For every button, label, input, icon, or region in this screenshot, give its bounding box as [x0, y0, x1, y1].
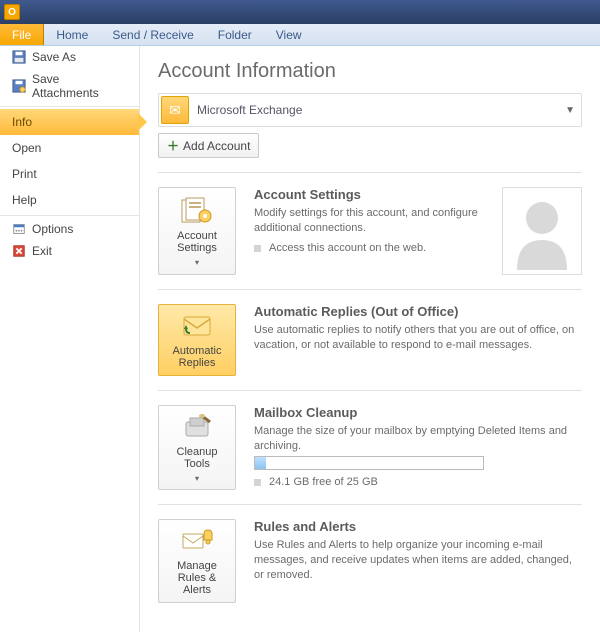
outlook-app-icon: O — [4, 4, 20, 20]
tab-file[interactable]: File — [0, 24, 44, 45]
section-desc: Modify settings for this account, and co… — [254, 206, 484, 236]
account-name: Microsoft Exchange — [197, 103, 302, 117]
options-icon — [12, 222, 26, 236]
backstage-sidebar: Save As Save Attachments Info Open Print… — [0, 46, 140, 632]
sidebar-item-options[interactable]: Options — [0, 218, 139, 240]
sidebar-item-label: Help — [12, 193, 37, 207]
section-title: Account Settings — [254, 187, 484, 202]
sidebar-item-label: Exit — [32, 244, 52, 258]
section-automatic-replies: Automatic Replies Automatic Replies (Out… — [158, 304, 582, 376]
sidebar-item-save-as[interactable]: Save As — [0, 46, 139, 68]
manage-rules-btn-label: Manage Rules & Alerts — [163, 560, 231, 596]
sidebar-item-label: Save As — [32, 50, 76, 64]
cleanup-tools-icon — [180, 412, 214, 442]
sidebar-separator — [0, 106, 139, 107]
add-account-label: Add Account — [183, 139, 250, 153]
save-icon — [12, 50, 26, 64]
quota-text-row: 24.1 GB free of 25 GB — [254, 476, 582, 488]
sidebar-item-label: Open — [12, 141, 41, 155]
section-title: Mailbox Cleanup — [254, 405, 582, 420]
sidebar-item-label: Info — [12, 115, 32, 129]
section-rules-alerts: Manage Rules & Alerts Rules and Alerts U… — [158, 519, 582, 603]
section-separator — [158, 172, 582, 173]
sidebar-item-info[interactable]: Info — [0, 109, 139, 135]
section-bullet: Access this account on the web. — [254, 242, 484, 254]
save-attachments-icon — [12, 79, 26, 93]
bullet-icon — [254, 245, 261, 252]
rules-alerts-icon — [180, 526, 214, 556]
account-settings-icon — [180, 196, 214, 226]
page-title: Account Information — [158, 60, 582, 83]
avatar-placeholder-icon — [507, 192, 577, 270]
tab-view[interactable]: View — [264, 24, 314, 45]
cleanup-tools-btn-label: Cleanup Tools — [163, 446, 231, 470]
section-title: Rules and Alerts — [254, 519, 582, 534]
account-avatar — [502, 187, 582, 275]
cleanup-tools-button[interactable]: Cleanup Tools ▾ — [158, 405, 236, 490]
section-separator — [158, 504, 582, 505]
window-titlebar: O — [0, 0, 600, 24]
sidebar-item-open[interactable]: Open — [0, 135, 139, 161]
section-separator — [158, 289, 582, 290]
backstage-content: Account Information ✉ Microsoft Exchange… — [140, 46, 600, 632]
section-title: Automatic Replies (Out of Office) — [254, 304, 582, 319]
ribbon-tabs: File Home Send / Receive Folder View — [0, 24, 600, 46]
automatic-replies-icon — [180, 311, 214, 341]
section-mailbox-cleanup: Cleanup Tools ▾ Mailbox Cleanup Manage th… — [158, 405, 582, 490]
automatic-replies-btn-label: Automatic Replies — [163, 345, 231, 369]
sidebar-item-save-attachments[interactable]: Save Attachments — [0, 68, 139, 104]
quota-text: 24.1 GB free of 25 GB — [269, 476, 378, 488]
automatic-replies-button[interactable]: Automatic Replies — [158, 304, 236, 376]
account-selector[interactable]: ✉ Microsoft Exchange ▼ — [158, 93, 582, 127]
tab-home[interactable]: Home — [44, 24, 100, 45]
section-desc: Use automatic replies to notify others t… — [254, 323, 582, 353]
section-desc: Manage the size of your mailbox by empty… — [254, 424, 582, 454]
account-settings-button[interactable]: Account Settings ▾ — [158, 187, 236, 275]
tab-send-receive[interactable]: Send / Receive — [100, 24, 205, 45]
sidebar-item-label: Save Attachments — [32, 72, 127, 100]
account-settings-btn-label: Account Settings — [163, 230, 231, 254]
mailbox-quota-bar — [254, 456, 484, 470]
add-account-button[interactable]: ＋ Add Account — [158, 133, 259, 158]
mailbox-quota-fill — [255, 457, 266, 469]
sidebar-item-exit[interactable]: Exit — [0, 240, 139, 262]
dropdown-caret-icon: ▾ — [195, 474, 199, 483]
sidebar-separator — [0, 215, 139, 216]
exit-icon — [12, 244, 26, 258]
bullet-text: Access this account on the web. — [269, 242, 426, 254]
bullet-icon — [254, 479, 261, 486]
sidebar-item-label: Print — [12, 167, 37, 181]
sidebar-item-label: Options — [32, 222, 73, 236]
section-separator — [158, 390, 582, 391]
chevron-down-icon: ▼ — [565, 105, 575, 116]
sidebar-item-print[interactable]: Print — [0, 161, 139, 187]
tab-folder[interactable]: Folder — [206, 24, 264, 45]
sidebar-item-help[interactable]: Help — [0, 187, 139, 213]
section-desc: Use Rules and Alerts to help organize yo… — [254, 538, 582, 583]
exchange-account-icon: ✉ — [161, 96, 189, 124]
section-account-settings: Account Settings ▾ Account Settings Modif… — [158, 187, 582, 275]
manage-rules-alerts-button[interactable]: Manage Rules & Alerts — [158, 519, 236, 603]
plus-icon: ＋ — [167, 137, 179, 154]
dropdown-caret-icon: ▾ — [195, 258, 199, 267]
